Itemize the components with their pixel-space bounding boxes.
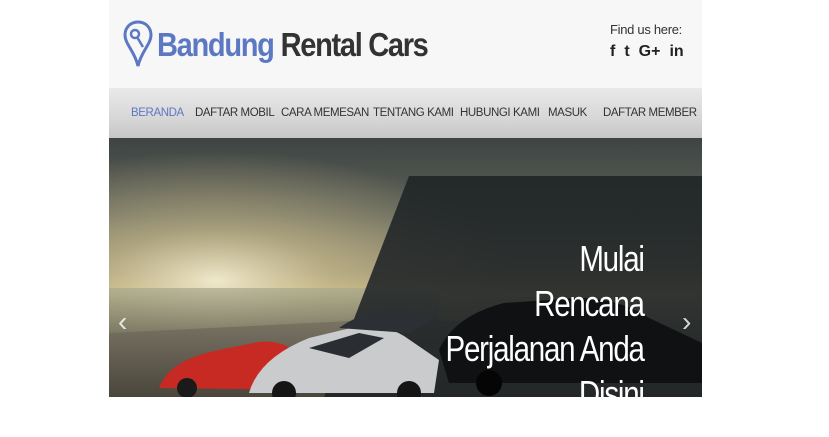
location-pin-icon (123, 20, 153, 67)
nav-item-daftar-mobil[interactable]: DAFTAR MOBIL (195, 107, 275, 119)
page-container: Bandung Rental Cars Find us here: f t G+ … (109, 0, 702, 397)
nav-item-cara-memesan[interactable]: CARA MEMESAN (281, 107, 369, 119)
logo-text: Bandung Rental Cars (157, 25, 429, 63)
hero-line: Mulai (579, 238, 646, 279)
nav-item-masuk[interactable]: MASUK (548, 107, 587, 119)
hero-headline: Mulai Rencana Perjalanan Anda Disini (445, 236, 646, 397)
social-block: Find us here: f t G+ in (610, 22, 684, 61)
nav-item-beranda[interactable]: BERANDA (131, 107, 184, 119)
hero-line: Disini (579, 373, 645, 397)
main-nav: BERANDA DAFTAR MOBIL CARA MEMESAN TENTAN… (109, 88, 702, 138)
site-header: Bandung Rental Cars Find us here: f t G+ … (109, 0, 702, 88)
logo-word-rental-cars: Rental Cars (280, 25, 429, 63)
linkedin-icon[interactable]: in (669, 43, 683, 61)
hero-slider: ‹ › Mulai Rencana Perjalanan Anda Disini (109, 138, 702, 397)
nav-item-tentang-kami[interactable]: TENTANG KAMI (373, 107, 454, 119)
hero-line: Perjalanan Anda (445, 328, 645, 369)
facebook-icon[interactable]: f (610, 43, 615, 61)
google-plus-icon[interactable]: G+ (639, 43, 661, 61)
slider-next-arrow[interactable]: › (682, 306, 691, 338)
slider-prev-arrow[interactable]: ‹ (118, 306, 127, 338)
logo-word-bandung: Bandung (157, 25, 275, 63)
nav-item-daftar-member[interactable]: DAFTAR MEMBER (603, 107, 697, 119)
twitter-icon[interactable]: t (624, 43, 629, 61)
social-label: Find us here: (610, 22, 682, 37)
nav-item-hubungi-kami[interactable]: HUBUNGI KAMI (460, 107, 540, 119)
hero-line: Rencana (534, 283, 645, 324)
site-logo[interactable]: Bandung Rental Cars (123, 20, 464, 68)
social-icons: f t G+ in (610, 43, 684, 61)
